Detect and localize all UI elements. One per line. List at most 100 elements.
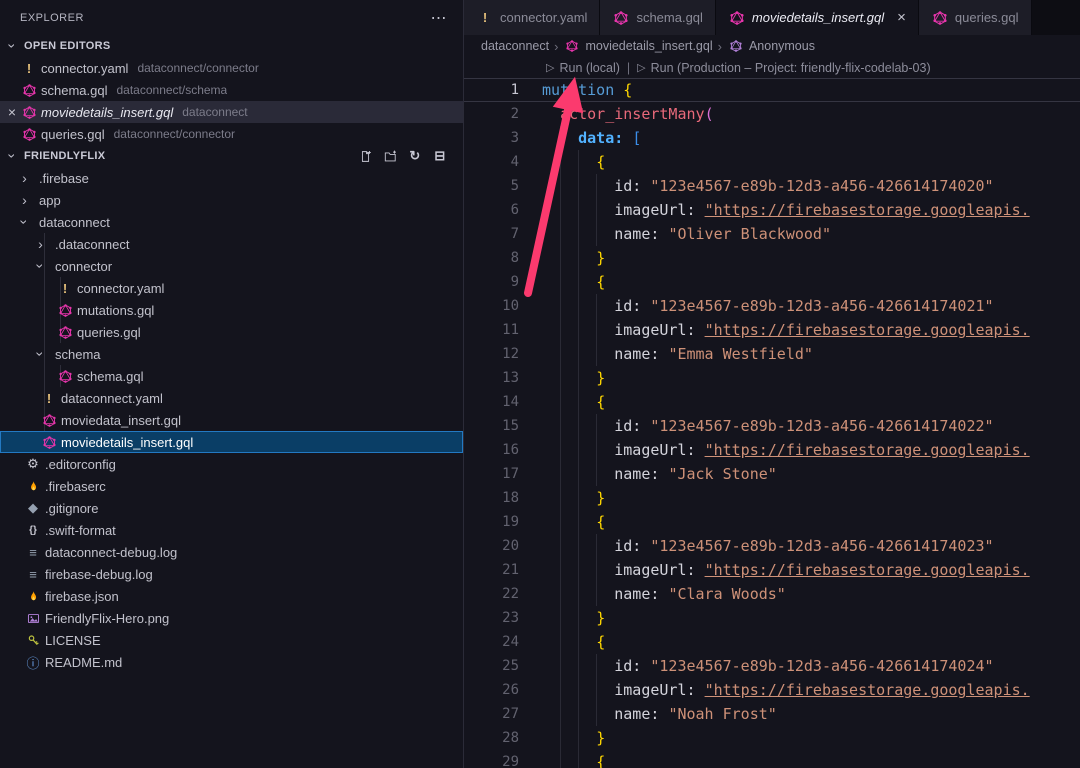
new-file-icon[interactable] bbox=[356, 148, 374, 164]
tab-connector.yaml[interactable]: !connector.yaml bbox=[464, 0, 600, 35]
code-line-22[interactable]: 22 name: "Clara Woods" bbox=[464, 582, 1080, 606]
tab-schema.gql[interactable]: schema.gql bbox=[600, 0, 715, 35]
tree-item-mutations.gql[interactable]: mutations.gql bbox=[0, 299, 463, 321]
code-line-20[interactable]: 20 id: "123e4567-e89b-12d3-a456-42661417… bbox=[464, 534, 1080, 558]
code-line-15[interactable]: 15 id: "123e4567-e89b-12d3-a456-42661417… bbox=[464, 414, 1080, 438]
file-name: mutations.gql bbox=[77, 303, 154, 318]
tree-item-schema.gql[interactable]: schema.gql bbox=[0, 365, 463, 387]
more-actions-icon[interactable]: ⋯ bbox=[431, 8, 448, 28]
code-line-17[interactable]: 17 name: "Jack Stone" bbox=[464, 462, 1080, 486]
code-line-18[interactable]: 18 } bbox=[464, 486, 1080, 510]
breadcrumb-moviedetails_insert.gql[interactable]: moviedetails_insert.gql bbox=[563, 38, 712, 54]
code-text: imageUrl: "https://firebasestorage.googl… bbox=[542, 681, 1030, 699]
workspace-header[interactable]: › FRIENDLYFLIX ↻⊟ bbox=[0, 145, 463, 167]
code-line-1[interactable]: 1mutation { bbox=[464, 78, 1080, 102]
collapse-all-icon[interactable]: ⊟ bbox=[431, 148, 449, 164]
open-editor-queries.gql[interactable]: queries.gqldataconnect/connector bbox=[0, 123, 463, 145]
tree-item-connector[interactable]: › connector bbox=[0, 255, 463, 277]
tree-item-connector.yaml[interactable]: !connector.yaml bbox=[0, 277, 463, 299]
chevron-icon: › bbox=[17, 214, 33, 231]
tab-moviedetails_insert.gql[interactable]: moviedetails_insert.gql× bbox=[716, 0, 919, 35]
code-editor[interactable]: 1mutation {2 actor_insertMany(3 data: [4… bbox=[464, 78, 1080, 768]
tree-item-queries.gql[interactable]: queries.gql bbox=[0, 321, 463, 343]
code-line-14[interactable]: 14 { bbox=[464, 390, 1080, 414]
code-text: id: "123e4567-e89b-12d3-a456-42661417402… bbox=[542, 417, 994, 435]
breadcrumb-Anonymous[interactable]: Anonymous bbox=[727, 38, 815, 54]
tree-item-firebase-debug.log[interactable]: ≡firebase-debug.log bbox=[0, 563, 463, 585]
tree-item-dataconnect.yaml[interactable]: !dataconnect.yaml bbox=[0, 387, 463, 409]
sidebar-titlebar: EXPLORER ⋯ bbox=[0, 0, 463, 35]
run-local-link[interactable]: ▷ Run (local) bbox=[546, 61, 620, 75]
code-line-6[interactable]: 6 imageUrl: "https://firebasestorage.goo… bbox=[464, 198, 1080, 222]
chevron-icon: › bbox=[33, 258, 49, 275]
line-number: 2 bbox=[464, 106, 519, 122]
code-line-9[interactable]: 9 { bbox=[464, 270, 1080, 294]
open-editor-moviedetails_insert.gql[interactable]: ×moviedetails_insert.gqldataconnect bbox=[0, 101, 463, 123]
tree-item-moviedetails_insert.gql[interactable]: moviedetails_insert.gql bbox=[0, 431, 463, 453]
code-line-13[interactable]: 13 } bbox=[464, 366, 1080, 390]
new-folder-icon[interactable] bbox=[381, 148, 399, 164]
code-line-4[interactable]: 4 { bbox=[464, 150, 1080, 174]
tab-label: queries.gql bbox=[955, 10, 1019, 25]
code-line-5[interactable]: 5 id: "123e4567-e89b-12d3-a456-426614174… bbox=[464, 174, 1080, 198]
line-number: 19 bbox=[464, 514, 519, 530]
tree-item-moviedata_insert.gql[interactable]: moviedata_insert.gql bbox=[0, 409, 463, 431]
graphql-icon bbox=[40, 412, 58, 428]
tree-item-firebase.json[interactable]: firebase.json bbox=[0, 585, 463, 607]
file-name: queries.gql bbox=[77, 325, 141, 340]
line-number: 9 bbox=[464, 274, 519, 290]
chevron-icon: › bbox=[16, 170, 33, 186]
open-editors-header[interactable]: › OPEN EDITORS bbox=[0, 35, 463, 57]
tab-queries.gql[interactable]: queries.gql bbox=[919, 0, 1032, 35]
code-line-12[interactable]: 12 name: "Emma Westfield" bbox=[464, 342, 1080, 366]
file-name: app bbox=[39, 193, 61, 208]
run-production-link[interactable]: ▷ Run (Production – Project: friendly-fl… bbox=[637, 61, 930, 75]
code-line-19[interactable]: 19 { bbox=[464, 510, 1080, 534]
code-line-3[interactable]: 3 data: [ bbox=[464, 126, 1080, 150]
code-line-29[interactable]: 29 { bbox=[464, 750, 1080, 768]
tree-item-app[interactable]: › app bbox=[0, 189, 463, 211]
image-icon bbox=[24, 610, 42, 626]
tree-item-README.md[interactable]: ⓘREADME.md bbox=[0, 651, 463, 673]
tree-item-.firebaserc[interactable]: .firebaserc bbox=[0, 475, 463, 497]
close-icon[interactable]: × bbox=[897, 9, 906, 26]
refresh-icon[interactable]: ↻ bbox=[406, 148, 424, 164]
code-line-8[interactable]: 8 } bbox=[464, 246, 1080, 270]
code-line-21[interactable]: 21 imageUrl: "https://firebasestorage.go… bbox=[464, 558, 1080, 582]
code-line-26[interactable]: 26 imageUrl: "https://firebasestorage.go… bbox=[464, 678, 1080, 702]
tree-item-.swift-format[interactable]: {}.swift-format bbox=[0, 519, 463, 541]
code-line-28[interactable]: 28 } bbox=[464, 726, 1080, 750]
file-name: connector bbox=[55, 259, 112, 274]
code-line-23[interactable]: 23 } bbox=[464, 606, 1080, 630]
tree-item-.editorconfig[interactable]: ⚙.editorconfig bbox=[0, 453, 463, 475]
tree-item-dataconnect-debug.log[interactable]: ≡dataconnect-debug.log bbox=[0, 541, 463, 563]
graphql-icon bbox=[728, 10, 746, 26]
code-line-24[interactable]: 24 { bbox=[464, 630, 1080, 654]
tree-item-.dataconnect[interactable]: ›.dataconnect bbox=[0, 233, 463, 255]
code-text: mutation { bbox=[542, 81, 632, 99]
yaml-warning-icon: ! bbox=[20, 60, 38, 76]
code-line-11[interactable]: 11 imageUrl: "https://firebasestorage.go… bbox=[464, 318, 1080, 342]
tree-item-FriendlyFlix-Hero.png[interactable]: FriendlyFlix-Hero.png bbox=[0, 607, 463, 629]
tree-item-.gitignore[interactable]: ◆.gitignore bbox=[0, 497, 463, 519]
run-local-label: Run (local) bbox=[559, 61, 619, 75]
open-editor-connector.yaml[interactable]: !connector.yamldataconnect/connector bbox=[0, 57, 463, 79]
breadcrumb-dataconnect[interactable]: dataconnect bbox=[481, 39, 549, 53]
tree-item-dataconnect[interactable]: ›dataconnect bbox=[0, 211, 463, 233]
code-text: name: "Jack Stone" bbox=[542, 465, 777, 483]
line-number: 5 bbox=[464, 178, 519, 194]
code-line-27[interactable]: 27 name: "Noah Frost" bbox=[464, 702, 1080, 726]
chevron-icon: › bbox=[16, 192, 33, 208]
code-line-25[interactable]: 25 id: "123e4567-e89b-12d3-a456-42661417… bbox=[464, 654, 1080, 678]
code-line-16[interactable]: 16 imageUrl: "https://firebasestorage.go… bbox=[464, 438, 1080, 462]
tree-item-schema[interactable]: ›schema bbox=[0, 343, 463, 365]
code-line-2[interactable]: 2 actor_insertMany( bbox=[464, 102, 1080, 126]
code-line-7[interactable]: 7 name: "Oliver Blackwood" bbox=[464, 222, 1080, 246]
line-number: 7 bbox=[464, 226, 519, 242]
tree-item-LICENSE[interactable]: LICENSE bbox=[0, 629, 463, 651]
close-icon[interactable]: × bbox=[4, 104, 20, 120]
open-editor-schema.gql[interactable]: schema.gqldataconnect/schema bbox=[0, 79, 463, 101]
tree-item-.firebase[interactable]: ›.firebase bbox=[0, 167, 463, 189]
code-line-10[interactable]: 10 id: "123e4567-e89b-12d3-a456-42661417… bbox=[464, 294, 1080, 318]
code-text: id: "123e4567-e89b-12d3-a456-42661417402… bbox=[542, 657, 994, 675]
